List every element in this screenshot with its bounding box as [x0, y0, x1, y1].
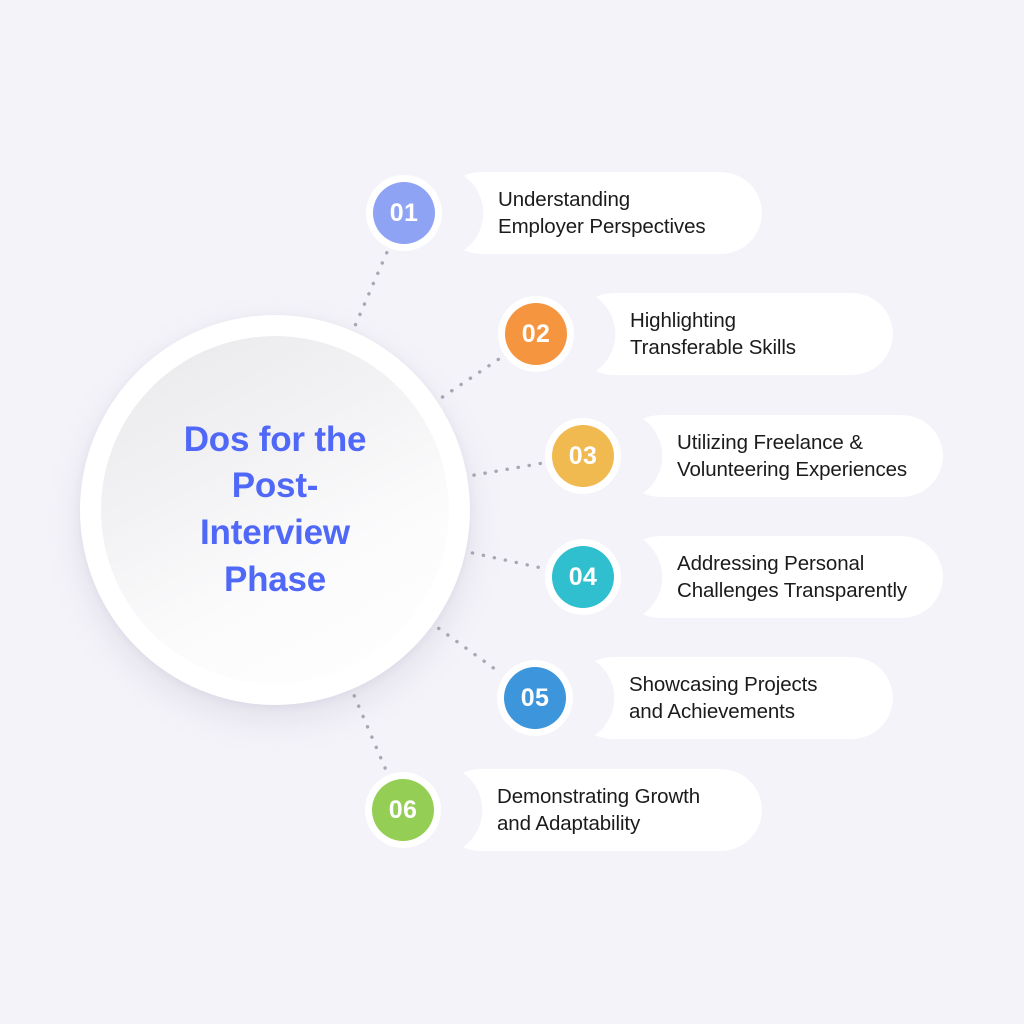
item-card[interactable]: Addressing Personal Challenges Transpare… — [619, 536, 943, 618]
item-number-label: 03 — [568, 441, 598, 470]
item-number-badge[interactable]: 03 — [552, 425, 614, 487]
connector-line — [436, 626, 503, 676]
item-number-badge[interactable]: 06 — [372, 779, 434, 841]
item-card[interactable]: Understanding Employer Perspectives — [440, 172, 762, 254]
item-number-label: 01 — [389, 198, 419, 227]
item-number-badge[interactable]: 02 — [505, 303, 567, 365]
connector-line — [472, 461, 544, 477]
item-number-ring: 01 — [366, 175, 442, 251]
item-number-badge[interactable]: 01 — [373, 182, 435, 244]
central-hub-inner: Dos for the Post- Interview Phase — [101, 336, 449, 684]
item-label: Addressing Personal Challenges Transpare… — [677, 551, 908, 602]
item-number-label: 02 — [521, 319, 551, 348]
connector-line — [470, 551, 544, 570]
item-number-label: 06 — [388, 795, 418, 824]
connector-line — [352, 694, 389, 774]
item-label: Demonstrating Growth and Adaptability — [497, 784, 701, 835]
item-label: Highlighting Transferable Skills — [630, 308, 796, 359]
item-number-ring: 06 — [365, 772, 441, 848]
item-number-label: 04 — [568, 562, 598, 591]
connector-line — [353, 249, 389, 327]
item-number-ring: 02 — [498, 296, 574, 372]
item-card[interactable]: Highlighting Transferable Skills — [572, 293, 893, 375]
item-label: Understanding Employer Perspectives — [498, 187, 706, 238]
page-title: Dos for the Post- Interview Phase — [183, 419, 367, 599]
item-number-badge[interactable]: 05 — [504, 667, 566, 729]
item-label: Utilizing Freelance & Volunteering Exper… — [677, 430, 908, 481]
item-label: Showcasing Projects and Achievements — [629, 672, 818, 723]
item-number-ring: 04 — [545, 539, 621, 615]
infographic-canvas: Dos for the Post- Interview Phase Unders… — [0, 0, 1024, 1024]
item-number-ring: 03 — [545, 418, 621, 494]
item-card[interactable]: Utilizing Freelance & Volunteering Exper… — [619, 415, 943, 497]
item-card[interactable]: Showcasing Projects and Achievements — [571, 657, 893, 739]
item-number-badge[interactable]: 04 — [552, 546, 614, 608]
connector-line — [440, 355, 503, 399]
item-number-ring: 05 — [497, 660, 573, 736]
item-card[interactable]: Demonstrating Growth and Adaptability — [439, 769, 762, 851]
central-hub: Dos for the Post- Interview Phase — [80, 315, 470, 705]
item-number-label: 05 — [520, 683, 550, 712]
